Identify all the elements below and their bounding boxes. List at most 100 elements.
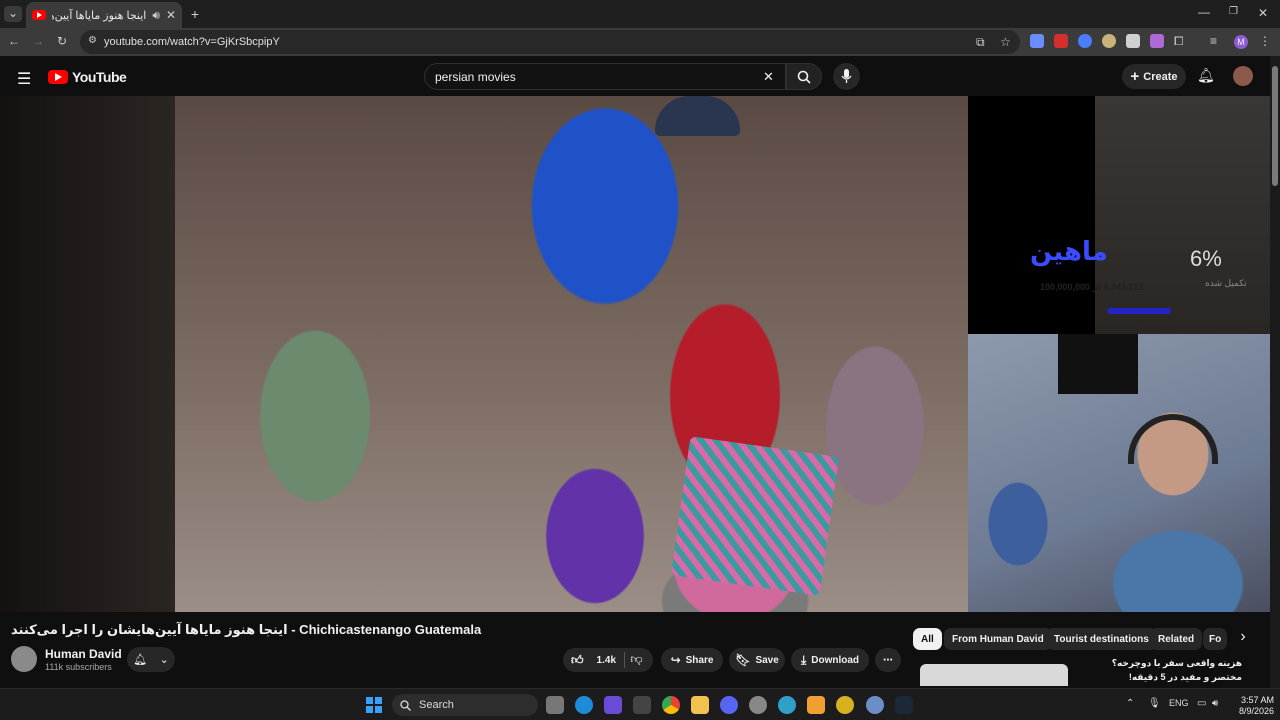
save-label: Save [755,654,779,666]
browser-menu-icon[interactable]: ⋮ [1259,34,1271,48]
search-button[interactable] [786,63,822,90]
app-cube-icon[interactable] [633,696,651,714]
video-blur-left [0,96,175,612]
webcam-overlay [968,334,1270,612]
share-button[interactable]: ↪ Share [661,648,723,672]
clock-time[interactable]: 3:57 AM [1226,695,1274,705]
youtube-logo[interactable]: YouTube [48,69,127,85]
save-button[interactable]: 🔖︎ Save [729,648,785,672]
reload-icon[interactable]: ↻ [57,34,67,48]
clear-search-icon[interactable]: ✕ [763,69,774,85]
search-icon [400,699,411,711]
forward-arrow-icon[interactable]: → [32,34,44,48]
reading-list-icon[interactable]: ≡ [1210,34,1217,48]
goal-percent: 6% [1190,246,1222,271]
chip-more[interactable]: Fo [1203,628,1227,650]
account-avatar[interactable] [1233,66,1253,86]
extension-blue-icon[interactable] [1078,34,1092,48]
taskbar-search-box[interactable]: Search [392,694,538,716]
site-info-icon[interactable]: ⚙ [88,35,97,46]
browser-tab-active[interactable]: اینجا هنوز مایاها آیین‌هایشان , 🔊︎ ✕ [26,2,182,28]
overlay-count-text: 6,243,222 از 100,000,000 [1040,282,1144,292]
restore-window-button[interactable]: ❐ [1229,6,1238,17]
goal-sub-label: تکمیل شده [1205,278,1247,288]
task-view-icon[interactable] [546,696,564,714]
language-indicator[interactable]: ENG [1169,698,1189,708]
taskbar-search-label: Search [419,699,454,711]
suggested-thumbnail [920,664,1068,686]
subscription-bell-button[interactable]: 🔔︎ ⌄ [127,647,175,672]
bookmark-icon: 🔖︎ [735,653,751,667]
headphones-shape [1128,414,1218,464]
hamburger-menu-icon[interactable]: ☰ [17,69,31,89]
close-window-button[interactable]: ✕ [1258,6,1268,20]
bookmark-star-icon[interactable]: ☆ [1000,35,1011,49]
chevron-down-icon: ⌄ [159,654,169,666]
tray-overflow-icon[interactable]: ⌃ [1126,698,1134,709]
voice-search-button[interactable] [833,63,860,90]
extension-translate-icon[interactable] [1030,34,1044,48]
cast-icon[interactable]: ⧉ [976,35,985,50]
profile-avatar[interactable]: M [1234,35,1248,49]
new-tab-button[interactable]: + [188,6,202,22]
chip-all[interactable]: All [913,628,942,650]
share-label: Share [685,654,714,666]
address-bar[interactable]: ⚙ youtube.com/watch?v=GjKrSbcpipY ⧉ ☆ [80,30,1020,54]
channel-avatar[interactable] [11,646,37,672]
video-frame-market-scene [175,96,968,612]
app-yellow-icon[interactable] [836,696,854,714]
clock-date[interactable]: 8/9/2026 [1226,706,1274,716]
video-player[interactable]: 6% تکمیل شده ماهین 6,243,222 از 100,000,… [0,96,1270,612]
extension-yellow-icon[interactable] [1102,34,1116,48]
suggested-video[interactable]: هزینه واقعی سفر با دوچرخه؟ مختصر و مفید … [912,656,1270,686]
like-count: 1.4k [596,654,617,666]
tab-close-icon[interactable]: ✕ [166,8,176,22]
chip-from-channel[interactable]: From Human David [944,628,1052,650]
tray-mic-icon[interactable]: 🎙︎ [1148,698,1161,709]
search-input[interactable]: persian movies ✕ [424,63,786,90]
youtube-play-icon [48,70,68,84]
back-arrow-icon[interactable]: ← [8,34,20,48]
windows-start-icon[interactable] [366,697,382,713]
extension-purple-icon[interactable] [1150,34,1164,48]
woven-basket-shape [670,436,840,596]
extensions-puzzle-icon[interactable]: ⧠ [1174,34,1184,49]
dislike-button[interactable]: 👎︎ [624,652,648,668]
app-gear-icon[interactable] [749,696,767,714]
steam-icon[interactable] [895,696,913,714]
subscriber-count: 111k subscribers [45,662,112,672]
chrome-icon[interactable] [662,696,680,714]
browser-tab-bar: ⌄ اینجا هنوز مایاها آیین‌هایشان , 🔊︎ ✕ +… [0,0,1280,28]
thumbs-down-icon: 👎︎ [630,652,643,666]
audio-playing-icon[interactable]: 🔊︎ [152,8,160,23]
extension-red-icon[interactable] [1054,34,1068,48]
extension-shield-icon[interactable] [1126,34,1140,48]
network-icon[interactable]: ▭ [1197,698,1206,709]
file-explorer-icon[interactable] [691,696,709,714]
microphone-icon [841,69,852,83]
discord-icon[interactable] [720,696,738,714]
edge-browser-icon[interactable] [575,696,593,714]
app-orange-icon[interactable] [807,696,825,714]
suggested-title-line1: هزینه واقعی سفر با دوچرخه؟ [1111,658,1242,668]
channel-name[interactable]: Human David [45,647,122,661]
url-text: youtube.com/watch?v=GjKrSbcpipY [104,36,280,48]
create-button[interactable]: + Create [1122,64,1186,89]
app-r-icon[interactable] [604,696,622,714]
page-scrollbar[interactable] [1270,56,1280,688]
thumbs-up-icon: 👍︎ [571,652,584,667]
tab-list-button[interactable]: ⌄ [4,6,22,22]
more-actions-button[interactable]: ⋯ [875,648,901,672]
chips-next-icon[interactable]: › [1230,628,1256,650]
chip-tourist-destinations[interactable]: Tourist destinations [1046,628,1157,650]
minimize-window-button[interactable]: — [1198,5,1210,19]
download-button[interactable]: ⤓ Download [791,648,869,672]
notifications-bell-icon[interactable]: 🔔︎ [1197,67,1215,84]
chip-related[interactable]: Related [1150,628,1203,650]
app-blue-icon[interactable] [866,696,884,714]
stream-goal-overlay: 6% تکمیل شده [1095,96,1270,334]
volume-icon[interactable]: 🔊︎ [1212,698,1218,709]
create-label: Create [1143,70,1178,83]
app-v-icon[interactable] [778,696,796,714]
scrollbar-thumb[interactable] [1272,66,1278,186]
